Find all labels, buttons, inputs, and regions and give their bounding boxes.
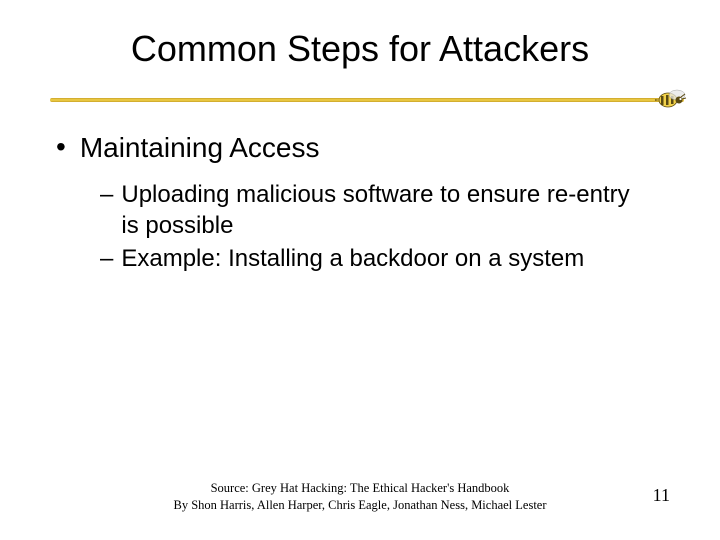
bee-icon — [654, 86, 690, 112]
page-number: 11 — [653, 485, 670, 506]
source-footer: Source: Grey Hat Hacking: The Ethical Ha… — [0, 480, 720, 514]
bullet-level2-text: Example: Installing a backdoor on a syst… — [121, 243, 584, 274]
bullet-dot-icon: • — [56, 130, 66, 164]
source-line-2: By Shon Harris, Allen Harper, Chris Eagl… — [0, 497, 720, 514]
slide-content: • Maintaining Access – Uploading malicio… — [0, 112, 720, 275]
dash-icon: – — [100, 243, 113, 274]
title-divider — [0, 88, 720, 112]
bullet-level2-text: Uploading malicious software to ensure r… — [121, 179, 641, 241]
dash-icon: – — [100, 179, 113, 210]
slide-title: Common Steps for Attackers — [0, 0, 720, 70]
bullet-level2-item: – Example: Installing a backdoor on a sy… — [100, 243, 664, 274]
divider-line — [50, 98, 684, 102]
bullet-level1: • Maintaining Access — [56, 130, 664, 165]
source-line-1: Source: Grey Hat Hacking: The Ethical Ha… — [0, 480, 720, 497]
bullet-level2-group: – Uploading malicious software to ensure… — [56, 179, 664, 275]
bullet-level2-item: – Uploading malicious software to ensure… — [100, 179, 664, 241]
bullet-level1-text: Maintaining Access — [80, 130, 320, 165]
